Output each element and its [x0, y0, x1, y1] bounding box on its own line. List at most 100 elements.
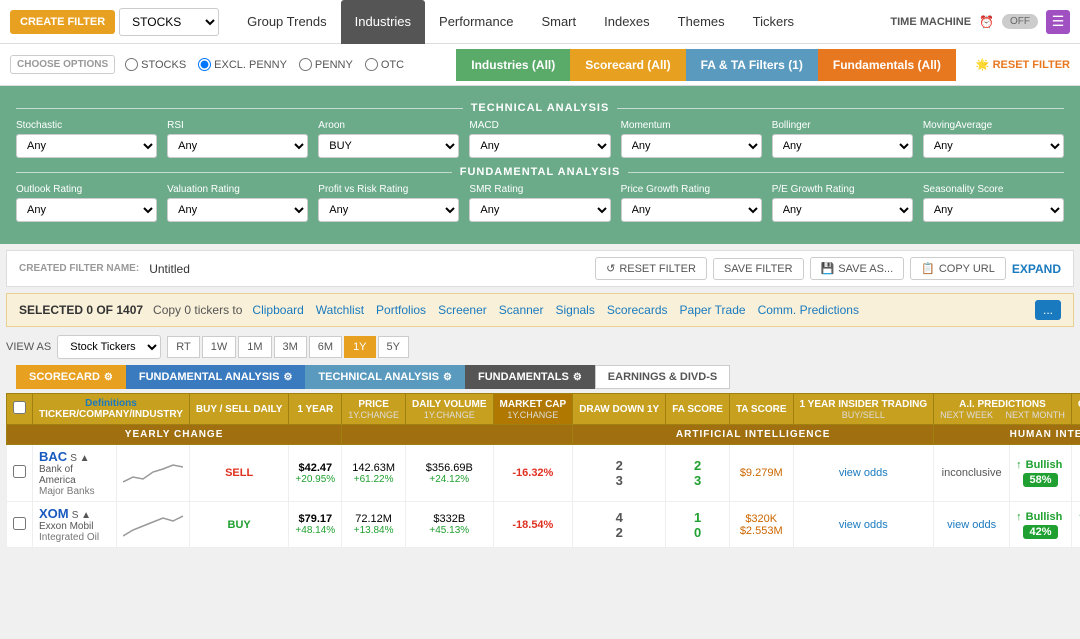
tab-fa-ta[interactable]: FA & TA Filters (1)	[686, 49, 818, 81]
seasonality-select[interactable]: Any	[923, 198, 1064, 222]
nav-indexes[interactable]: Indexes	[590, 0, 664, 44]
tab-earnings-divs[interactable]: EARNINGS & DIVD-S	[595, 365, 730, 389]
nav-tickers[interactable]: Tickers	[739, 0, 808, 44]
select-all-checkbox[interactable]	[13, 401, 26, 414]
table-area: VIEW AS Stock Tickers RT 1W 1M 3M 6M 1Y …	[6, 331, 1074, 548]
bollinger-select[interactable]: Any	[772, 134, 913, 158]
filter-name-bar: CREATED FILTER NAME: Untitled ↺ RESET FI…	[6, 250, 1074, 287]
copy-screener[interactable]: Screener	[438, 303, 487, 317]
copy-scanner[interactable]: Scanner	[499, 303, 544, 317]
tab-fundamental-analysis[interactable]: FUNDAMENTAL ANALYSIS ⚙	[126, 365, 306, 389]
nav-group-trends[interactable]: Group Trends	[233, 0, 341, 44]
drawdown-value-xom: -18.54%	[512, 519, 553, 531]
pe-growth-select[interactable]: Any	[772, 198, 913, 222]
valuation-select[interactable]: Any	[167, 198, 308, 222]
ai-month-value-bac: inconclusive	[942, 467, 1002, 479]
save-filter-button[interactable]: SAVE FILTER	[713, 258, 804, 280]
ai-next-week-xom[interactable]: view odds	[793, 502, 934, 548]
th-1year: 1 YEAR	[289, 394, 342, 425]
th-insider: 1 YEAR INSIDER TRADING BUY/SELL	[793, 394, 934, 425]
aroon-select[interactable]: BUY	[318, 134, 459, 158]
time-machine-toggle[interactable]: OFF	[1002, 14, 1038, 29]
ai-next-month-xom[interactable]: view odds	[934, 502, 1010, 548]
more-button[interactable]: ...	[1035, 300, 1061, 320]
tab-technical-analysis[interactable]: TECHNICAL ANALYSIS ⚙	[305, 365, 465, 389]
tab-scorecard[interactable]: Scorecard (All)	[570, 49, 685, 81]
period-1y[interactable]: 1Y	[344, 336, 375, 358]
definitions-link[interactable]: Definitions	[39, 398, 183, 409]
copy-portfolios[interactable]: Portfolios	[376, 303, 426, 317]
ai-next-week-bac[interactable]: view odds	[793, 445, 934, 502]
outlook-select[interactable]: Any	[16, 198, 157, 222]
tab-scorecard-analysis[interactable]: SCORECARD ⚙	[16, 365, 126, 389]
comm-next-month-xom: ↑ Bullish 86%	[1071, 502, 1080, 548]
nav-smart[interactable]: Smart	[527, 0, 590, 44]
radio-penny[interactable]: PENNY	[299, 58, 353, 71]
tab-fundamentals[interactable]: Fundamentals (All)	[818, 49, 956, 81]
radio-otc[interactable]: OTC	[365, 58, 404, 71]
copy-url-button[interactable]: 📋 COPY URL	[910, 257, 1006, 280]
reset-filter-button[interactable]: ↺ RESET FILTER	[595, 257, 707, 280]
th-ticker-label: TICKER/COMPANY/INDUSTRY	[39, 409, 183, 420]
ai-week-link-xom[interactable]: view odds	[839, 519, 888, 531]
th-yearly-change-label: YEARLY CHANGE	[7, 425, 342, 445]
period-1w[interactable]: 1W	[202, 336, 237, 358]
ta-score-top-bac: 2	[672, 458, 723, 473]
rsi-select[interactable]: Any	[167, 134, 308, 158]
ticker-cell-xom: XOM S ▲ Exxon Mobil Integrated Oil	[33, 502, 117, 548]
ticker-icons-bac: S ▲	[70, 453, 89, 464]
price-growth-select[interactable]: Any	[621, 198, 762, 222]
smr-select[interactable]: Any	[469, 198, 610, 222]
period-rt[interactable]: RT	[167, 336, 199, 358]
tab-fundamentals-view[interactable]: FUNDAMENTALS ⚙	[465, 365, 595, 389]
copy-comm-predictions[interactable]: Comm. Predictions	[758, 303, 859, 317]
copy-paper-trade[interactable]: Paper Trade	[680, 303, 746, 317]
moving-average-select[interactable]: Any	[923, 134, 1064, 158]
ai-month-link-xom[interactable]: view odds	[947, 519, 996, 531]
comm-next-week-bac: ↑ Bullish 58%	[1010, 445, 1072, 502]
stochastic-select[interactable]: Any	[16, 134, 157, 158]
ai-next-month-bac: inconclusive	[934, 445, 1010, 502]
volume-change-xom: +13.84%	[348, 525, 399, 536]
nav-themes[interactable]: Themes	[664, 0, 739, 44]
analysis-tabs: SCORECARD ⚙ FUNDAMENTAL ANALYSIS ⚙ TECHN…	[16, 365, 730, 389]
nav-industries[interactable]: Industries	[341, 0, 425, 44]
row-checkbox-xom[interactable]	[7, 502, 33, 548]
radio-excl-penny[interactable]: EXCL. PENNY	[198, 58, 287, 71]
radio-stocks[interactable]: STOCKS	[125, 58, 186, 71]
copy-scorecards[interactable]: Scorecards	[607, 303, 668, 317]
insider-value-bac: $9.279M	[740, 467, 783, 479]
ticker-symbol-bac[interactable]: BAC	[39, 449, 67, 464]
profit-risk-select[interactable]: Any	[318, 198, 459, 222]
ta-score-bot-xom: 0	[672, 525, 723, 540]
comm-next-month-bac: → Sideways 48%	[1071, 445, 1080, 502]
nav-performance[interactable]: Performance	[425, 0, 527, 44]
copy-watchlist[interactable]: Watchlist	[316, 303, 364, 317]
ticker-symbol-xom[interactable]: XOM	[39, 506, 69, 521]
stocks-select[interactable]: STOCKS	[119, 8, 219, 36]
period-1m[interactable]: 1M	[238, 336, 271, 358]
copy-signals[interactable]: Signals	[555, 303, 594, 317]
save-as-button[interactable]: 💾 SAVE AS...	[810, 257, 905, 280]
data-table: Definitions TICKER/COMPANY/INDUSTRY BUY …	[6, 393, 1080, 548]
tab-industries[interactable]: Industries (All)	[456, 49, 570, 81]
market-cap-bac: $356.69B +24.12%	[406, 445, 493, 502]
view-as-select[interactable]: Stock Tickers	[57, 335, 161, 359]
momentum-col: Momentum Any	[621, 120, 762, 158]
period-3m[interactable]: 3M	[274, 336, 307, 358]
copy-clipboard[interactable]: Clipboard	[252, 303, 303, 317]
macd-select[interactable]: Any	[469, 134, 610, 158]
comm-week-label-bac: Bullish	[1026, 459, 1063, 471]
ai-week-link-bac[interactable]: view odds	[839, 467, 888, 479]
sun-icon: 🌟	[976, 58, 990, 71]
momentum-select[interactable]: Any	[621, 134, 762, 158]
reset-filter-top[interactable]: 🌟 RESET FILTER	[976, 58, 1070, 71]
create-filter-button[interactable]: CREATE FILTER	[10, 10, 115, 34]
period-5y[interactable]: 5Y	[378, 336, 409, 358]
price-value-bac: $42.47	[295, 462, 335, 474]
row-checkbox-bac[interactable]	[7, 445, 33, 502]
filter-icon-fundamentals: ⚙	[573, 372, 582, 383]
purple-menu-button[interactable]: ☰	[1046, 10, 1070, 34]
expand-button[interactable]: EXPAND	[1012, 262, 1061, 276]
period-6m[interactable]: 6M	[309, 336, 342, 358]
